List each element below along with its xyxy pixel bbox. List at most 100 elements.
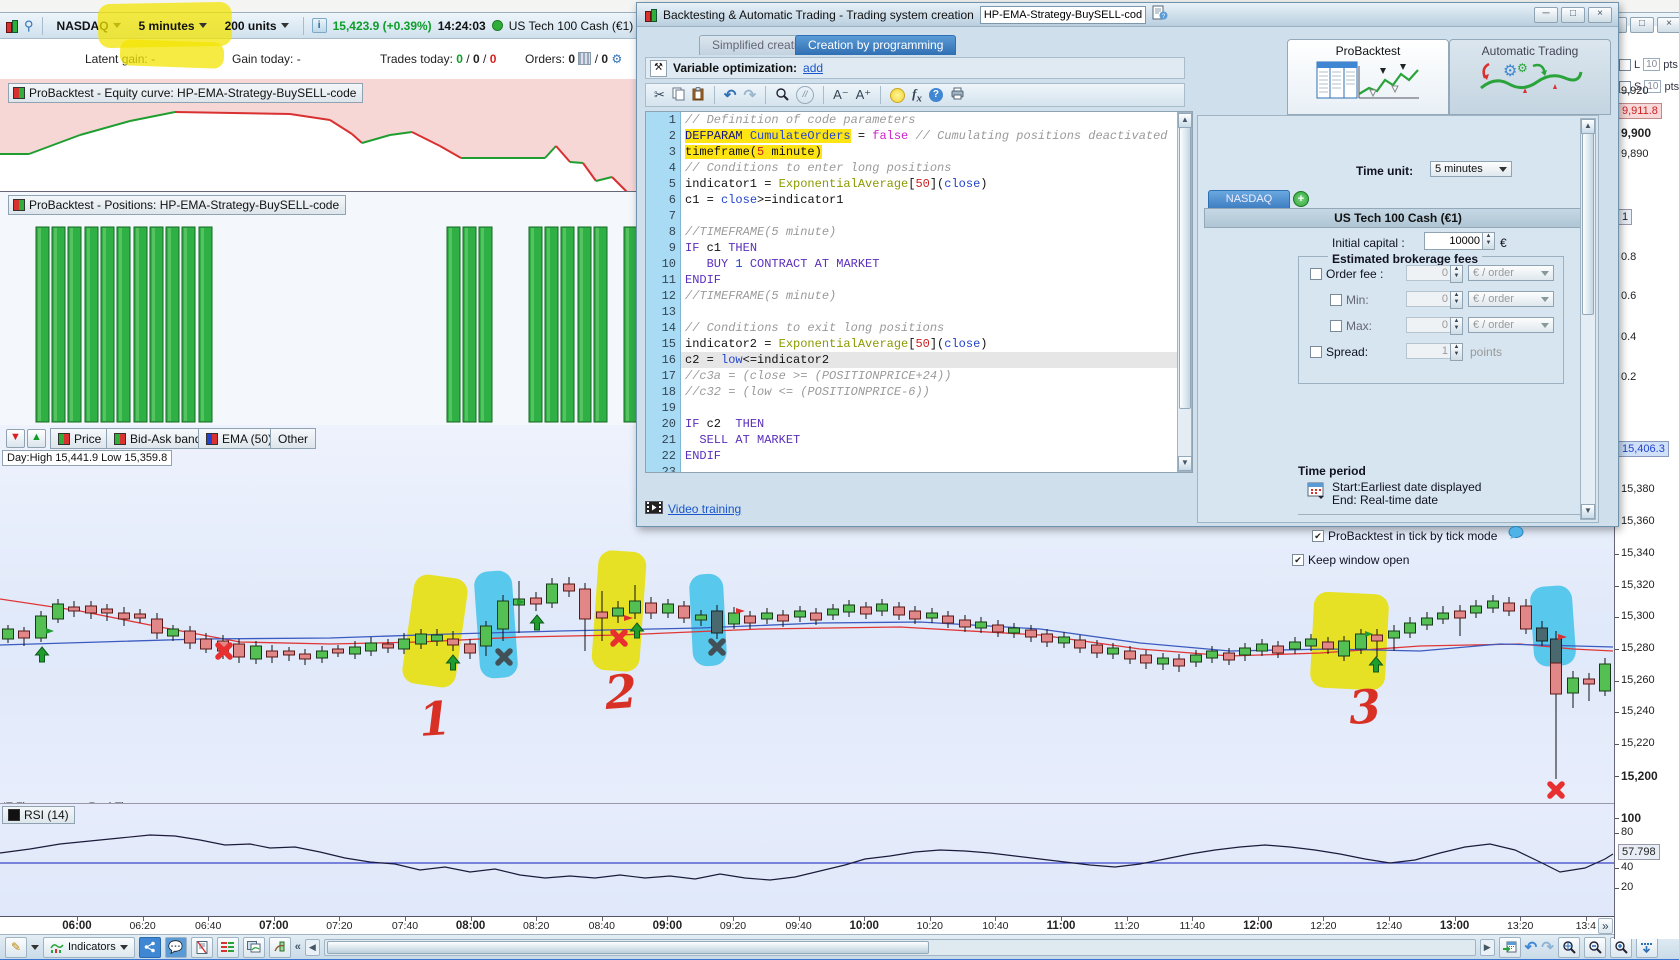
draw-tool-icon[interactable]: ✎ xyxy=(5,936,27,958)
market-tab-nasdaq[interactable]: NASDAQ xyxy=(1208,190,1290,209)
dialog-titlebar[interactable]: Backtesting & Automatic Trading - Tradin… xyxy=(637,3,1618,27)
dialog-maximize-button[interactable]: □ xyxy=(1561,6,1585,23)
fee-checkbox[interactable] xyxy=(1330,320,1342,332)
code-line[interactable]: 2 DEFPARAM CumulateOrders = false // Cumu… xyxy=(646,128,1192,144)
fee-input[interactable] xyxy=(1406,317,1452,333)
legend-tab-bidask[interactable]: Bid-Ask band xyxy=(106,428,210,449)
tab-creation-by-programming[interactable]: Creation by programming xyxy=(795,35,957,55)
code-line[interactable]: 3 timeframe(5 minute) xyxy=(646,144,1192,160)
spread-spinner[interactable]: ▲ ▼ xyxy=(1450,343,1463,361)
code-line[interactable]: 13 xyxy=(646,304,1192,320)
fee-spinner[interactable]: ▲ ▼ xyxy=(1450,291,1463,309)
code-line[interactable]: 22 ENDIF xyxy=(646,448,1192,464)
copy-icon[interactable] xyxy=(672,87,685,104)
code-line[interactable]: 9 IF c1 THEN xyxy=(646,240,1192,256)
cut-icon[interactable]: ✂ xyxy=(654,87,665,103)
code-line[interactable]: 12 //TIMEFRAME(5 minute) xyxy=(646,288,1192,304)
zoom-in-icon[interactable] xyxy=(1609,936,1632,958)
doc-help-icon[interactable]: ? xyxy=(1152,5,1168,24)
timeframe-dropdown[interactable]: 5 minutes xyxy=(133,16,213,36)
legend-tab-price[interactable]: Price xyxy=(50,428,110,449)
code-line[interactable]: 16 c2 = low<=indicator2 xyxy=(646,352,1192,368)
info-icon[interactable]: i xyxy=(311,18,327,33)
initial-capital-input[interactable] xyxy=(1424,232,1484,250)
gear-icon[interactable]: ⚙ xyxy=(611,52,622,66)
fee-unit-select[interactable]: € / order xyxy=(1468,265,1554,281)
code-line[interactable]: 19 xyxy=(646,400,1192,416)
wrench-icon[interactable]: ⚒ xyxy=(650,59,667,77)
scroll-right-icon[interactable]: ▶ xyxy=(1479,938,1495,956)
code-line[interactable]: 7 xyxy=(646,208,1192,224)
time-axis-more-button[interactable]: » xyxy=(1598,918,1613,934)
functions-icon[interactable]: fx xyxy=(912,86,922,105)
equity-panel-label[interactable]: ProBacktest - Equity curve: HP-EMA-Strat… xyxy=(8,83,364,103)
panel-scrollbar-thumb[interactable] xyxy=(1582,133,1594,315)
hscrollbar-thumb[interactable] xyxy=(326,940,929,954)
long-checkbox[interactable] xyxy=(1619,58,1631,71)
rsi-panel-label[interactable]: RSI (14) xyxy=(2,806,75,824)
zoom-drag-icon[interactable] xyxy=(1557,936,1580,958)
buy-button[interactable]: ▲ xyxy=(27,429,46,448)
chart-type-icon[interactable] xyxy=(4,19,18,33)
time-unit-select[interactable]: 5 minutes xyxy=(1430,161,1512,177)
chevron-down-icon[interactable] xyxy=(31,944,39,950)
keep-open-checkbox[interactable] xyxy=(1292,554,1304,566)
hint-icon[interactable] xyxy=(890,87,906,103)
code-line[interactable]: 17 //c3a = (close >= (POSITIONPRICE+24)) xyxy=(646,368,1192,384)
tab-probacktest[interactable]: ProBacktest xyxy=(1287,39,1449,115)
comment-toggle-icon[interactable]: // xyxy=(796,86,815,104)
code-line[interactable]: 1 // Definition of code parameters xyxy=(646,112,1192,128)
font-smaller-icon[interactable]: A⁻ xyxy=(833,87,849,103)
close-button[interactable]: × xyxy=(1657,17,1679,33)
code-line[interactable]: 10 BUY 1 CONTRACT AT MARKET xyxy=(646,256,1192,272)
scroll-down-icon[interactable]: ▼ xyxy=(1581,504,1595,519)
code-line[interactable]: 11 ENDIF xyxy=(646,272,1192,288)
dialog-minimize-button[interactable]: ─ xyxy=(1534,6,1558,23)
add-variable-link[interactable]: add xyxy=(803,61,823,75)
long-pts-input[interactable]: 10 xyxy=(1643,58,1661,71)
fee-checkbox[interactable] xyxy=(1310,268,1322,280)
scroll-down-icon[interactable]: ▼ xyxy=(1178,456,1192,471)
time-axis[interactable]: 06:00 06:20 06:40 07:00 07:20 07:40 08:00 08:20… xyxy=(0,916,1614,935)
panel-scrollbar[interactable]: ▲ ▼ xyxy=(1580,118,1596,520)
code-line[interactable]: 18 //c32 = (low <= (POSITIONPRICE-6)) xyxy=(646,384,1192,400)
units-dropdown[interactable]: 200 units xyxy=(219,16,295,36)
undo-icon[interactable]: ↶ xyxy=(1525,938,1538,956)
fee-spinner[interactable]: ▲ ▼ xyxy=(1450,265,1463,283)
add-market-icon[interactable]: + xyxy=(1293,191,1309,207)
font-larger-icon[interactable]: A⁺ xyxy=(856,87,872,103)
comment-icon[interactable]: 💬 xyxy=(164,936,187,958)
legend-tab-ema[interactable]: EMA (50) xyxy=(198,428,281,449)
screenshot-icon[interactable] xyxy=(242,936,265,958)
code-scrollbar[interactable]: ▲ ▼ xyxy=(1177,112,1192,472)
fee-unit-select[interactable]: € / order xyxy=(1468,317,1554,333)
fee-spinner[interactable]: ▲ ▼ xyxy=(1450,317,1463,335)
fee-input[interactable] xyxy=(1406,291,1452,307)
indicators-button[interactable]: Indicators xyxy=(43,936,135,958)
maximize-button[interactable]: □ xyxy=(1630,17,1654,33)
legend-tab-other[interactable]: Other xyxy=(270,428,317,449)
spread-input[interactable] xyxy=(1406,343,1452,359)
news-icon[interactable] xyxy=(190,936,213,958)
chart-hscrollbar[interactable] xyxy=(323,938,1476,956)
fee-checkbox[interactable] xyxy=(1330,294,1342,306)
undo-icon[interactable]: ↶ xyxy=(724,86,737,104)
orderbook-icon[interactable] xyxy=(216,936,239,958)
code-scrollbar-thumb[interactable] xyxy=(1179,127,1191,409)
auto-scroll-icon[interactable] xyxy=(1635,936,1658,958)
code-editor[interactable]: 1 // Definition of code parameters 2 DEFPAR… xyxy=(645,111,1193,473)
positions-panel-label[interactable]: ProBacktest - Positions: HP-EMA-Strategy… xyxy=(8,195,347,215)
scroll-up-icon[interactable]: ▲ xyxy=(1178,113,1192,128)
code-line[interactable]: 4 // Conditions to enter long positions xyxy=(646,160,1192,176)
search-icon[interactable] xyxy=(775,87,789,104)
paste-icon[interactable] xyxy=(692,86,705,104)
code-line[interactable]: 14 // Conditions to exit long positions xyxy=(646,320,1192,336)
share-icon[interactable] xyxy=(138,936,161,958)
strategy-name-input[interactable] xyxy=(979,5,1146,24)
tab-automatic-trading[interactable]: Automatic Trading ⚙ ⚙ xyxy=(1449,39,1611,115)
collapse-icon[interactable]: « xyxy=(295,941,301,953)
scroll-left-icon[interactable]: ◀ xyxy=(304,938,320,956)
tick-mode-checkbox[interactable] xyxy=(1312,530,1324,542)
tick-mode-bubble-icon[interactable] xyxy=(1508,526,1524,543)
print-icon[interactable] xyxy=(950,87,965,103)
